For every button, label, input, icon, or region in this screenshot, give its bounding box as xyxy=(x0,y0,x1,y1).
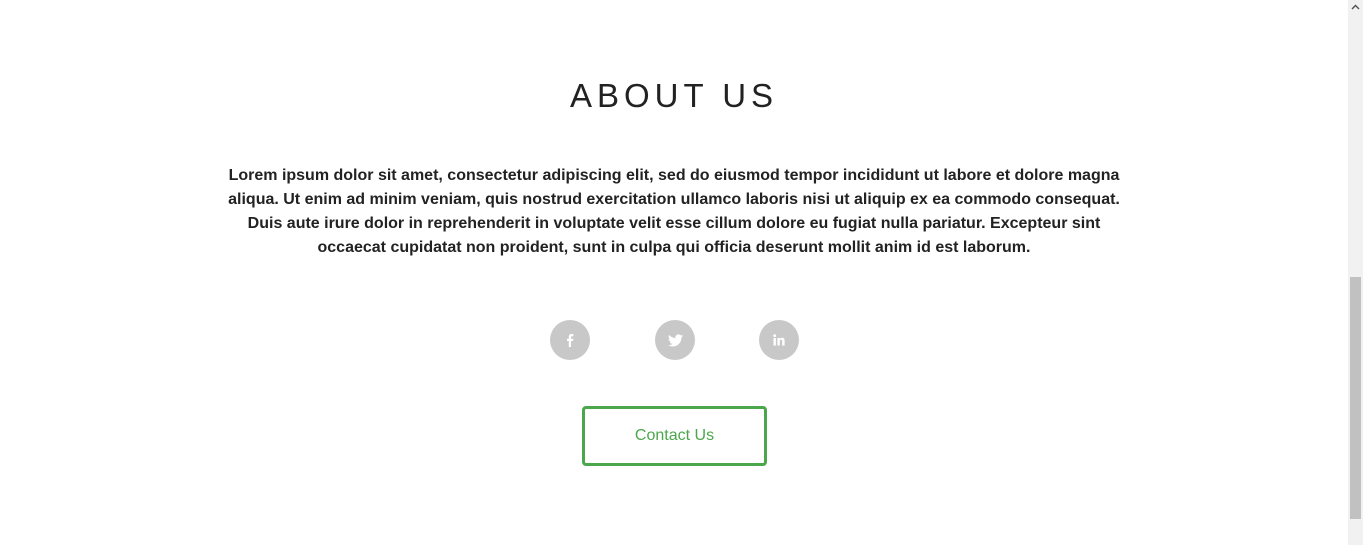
twitter-link[interactable] xyxy=(655,320,695,360)
about-description: Lorem ipsum dolor sit amet, consectetur … xyxy=(228,167,1120,256)
scrollbar-thumb[interactable] xyxy=(1350,277,1361,519)
linkedin-link[interactable] xyxy=(759,320,799,360)
linkedin-icon xyxy=(773,334,785,346)
vertical-scrollbar[interactable] xyxy=(1348,0,1363,545)
social-links xyxy=(550,320,800,360)
contact-us-button[interactable]: Contact Us xyxy=(582,406,767,466)
page: ABOUT US Lorem ipsum dolor sit amet, con… xyxy=(0,0,1363,545)
facebook-link[interactable] xyxy=(550,320,590,360)
about-section: ABOUT US Lorem ipsum dolor sit amet, con… xyxy=(0,0,1348,545)
facebook-icon xyxy=(567,334,574,347)
scroll-up-arrow-icon[interactable] xyxy=(1348,0,1363,14)
twitter-icon xyxy=(667,333,683,346)
about-title: ABOUT US xyxy=(569,77,779,114)
